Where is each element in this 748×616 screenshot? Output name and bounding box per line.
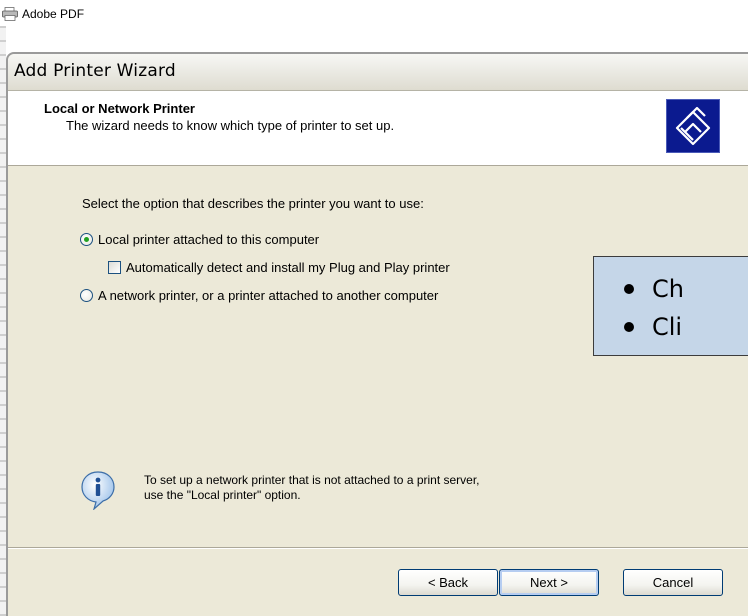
callout-item-text: Ch (652, 275, 684, 303)
plug-and-play-option[interactable]: Automatically detect and install my Plug… (108, 260, 450, 275)
info-message: To set up a network printer that is not … (144, 473, 480, 503)
footer-divider (8, 547, 748, 549)
info-line-1: To set up a network printer that is not … (144, 473, 480, 487)
next-button[interactable]: Next > (499, 569, 599, 596)
title-bar[interactable]: Add Printer Wizard (8, 54, 748, 91)
info-icon (80, 470, 116, 511)
network-printer-radio[interactable] (80, 289, 93, 302)
cancel-button[interactable]: Cancel (623, 569, 723, 596)
printer-wizard-icon (666, 99, 720, 153)
window-title: Add Printer Wizard (14, 61, 176, 81)
local-printer-label: Local printer attached to this computer (98, 232, 320, 247)
header-subtitle: The wizard needs to know which type of p… (66, 118, 395, 133)
screen: Adobe PDF Add Printer Wizard Local or Ne… (0, 0, 748, 616)
instruction-callout: Ch Cli (593, 256, 748, 356)
callout-item: Cli (624, 313, 682, 341)
adobe-pdf-item[interactable]: Adobe PDF (2, 4, 84, 24)
printer-icon (2, 7, 18, 21)
header-title: Local or Network Printer (44, 101, 195, 116)
local-printer-option[interactable]: Local printer attached to this computer (80, 232, 319, 247)
adobe-pdf-label: Adobe PDF (22, 7, 85, 21)
local-printer-radio[interactable] (80, 233, 93, 246)
wizard-header: Local or Network Printer The wizard need… (8, 91, 748, 166)
callout-item: Ch (624, 275, 684, 303)
plug-and-play-checkbox[interactable] (108, 261, 121, 274)
background-window: Adobe PDF (0, 0, 748, 56)
option-prompt: Select the option that describes the pri… (82, 196, 424, 211)
plug-and-play-label: Automatically detect and install my Plug… (126, 260, 450, 275)
callout-item-text: Cli (652, 313, 683, 341)
network-printer-option[interactable]: A network printer, or a printer attached… (80, 288, 438, 303)
network-printer-label: A network printer, or a printer attached… (98, 288, 439, 303)
info-line-2: use the "Local printer" option. (144, 488, 301, 502)
back-button[interactable]: < Back (398, 569, 498, 596)
bullet-icon (624, 322, 634, 332)
bullet-icon (624, 284, 634, 294)
